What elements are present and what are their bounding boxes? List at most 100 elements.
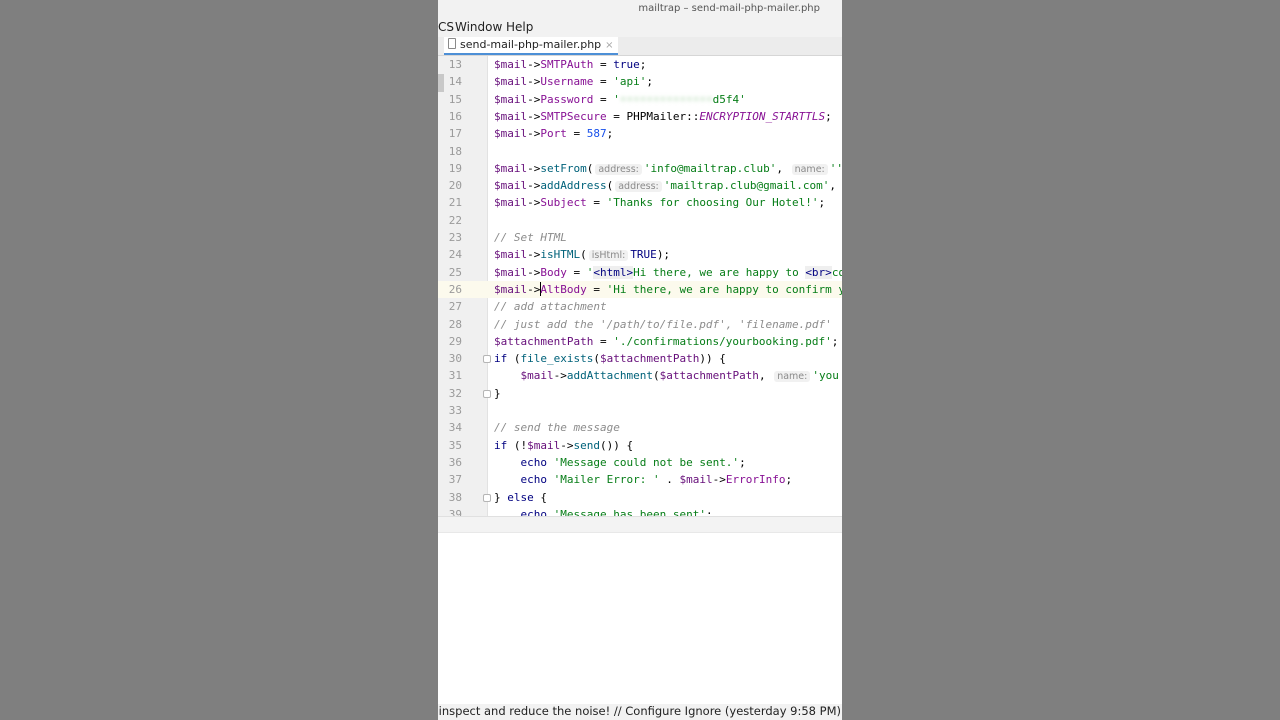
line-number: 22 — [448, 213, 462, 227]
code-line[interactable]: 32} — [438, 385, 842, 402]
line-number: 32 — [448, 386, 462, 400]
code-editor[interactable]: 13 $mail->SMTPAuth = true; 14 $mail->Userna… — [438, 56, 842, 516]
code-line[interactable]: 26 $mail->AltBody = 'Hi there, we are hap… — [438, 280, 842, 299]
code-line[interactable]: 29 $attachmentPath = './confirmations/you… — [438, 333, 842, 350]
code-text[interactable]: if (!$mail->send()) { — [494, 437, 633, 454]
line-number: 37 — [448, 473, 462, 487]
parameter-hint: isHtml: — [588, 250, 629, 262]
code-text[interactable]: $mail->Password = '••••••••••••••d5f4' — [494, 91, 746, 108]
parameter-hint: name: — [791, 163, 828, 175]
code-text[interactable]: $attachmentPath = './confirmations/yourb… — [494, 333, 838, 350]
line-number: 24 — [448, 248, 462, 262]
window-title: mailtrap – send-mail-php-mailer.php — [638, 3, 820, 14]
line-number: 14 — [448, 75, 462, 89]
fold-toggle-icon[interactable] — [483, 355, 491, 364]
code-text[interactable]: // just add the '/path/to/file.pdf', 'fi… — [494, 316, 832, 333]
code-text[interactable]: // Set HTML — [494, 229, 567, 246]
code-text[interactable]: $mail->Subject = 'Thanks for choosing Ou… — [494, 194, 825, 211]
horizontal-scrollbar[interactable] — [438, 516, 842, 532]
code-text[interactable]: $mail->Body = '<html>Hi there, we are ha… — [494, 264, 842, 281]
code-text[interactable]: // add attachment — [494, 298, 607, 315]
code-line[interactable]: 34 // send the message — [438, 419, 842, 436]
code-line[interactable]: 28 // just add the '/path/to/file.pdf', '… — [438, 316, 842, 333]
code-text[interactable]: $mail->Username = 'api'; — [494, 73, 653, 90]
code-text[interactable]: $mail->Port = 587; — [494, 125, 613, 142]
code-text[interactable]: } — [494, 385, 501, 402]
code-text[interactable]: $mail->addAttachment($attachmentPath, na… — [494, 367, 839, 385]
code-line[interactable]: 35 if (!$mail->send()) { — [438, 437, 842, 454]
code-text[interactable]: echo 'Message could not be sent.'; — [494, 454, 746, 471]
line-number: 33 — [448, 404, 462, 417]
code-text[interactable]: $mail->SMTPAuth = true; — [494, 56, 646, 73]
line-number: 26 — [448, 282, 462, 296]
code-line[interactable]: 21 $mail->Subject = 'Thanks for choosing … — [438, 194, 842, 211]
code-line[interactable]: 16 $mail->SMTPSecure = PHPMailer::ENCRYPT… — [438, 108, 842, 125]
line-number: 19 — [448, 161, 462, 175]
parameter-hint: address: — [595, 163, 642, 175]
fold-toggle-icon[interactable] — [483, 389, 491, 398]
code-line[interactable]: 27 // add attachment — [438, 298, 842, 315]
code-line[interactable]: 30 if (file_exists($attachmentPath)) { — [438, 350, 842, 367]
line-number: 23 — [448, 231, 462, 244]
status-bar: as to inspect and reduce the noise! // C… — [438, 704, 842, 720]
code-line[interactable]: 38 } else { — [438, 489, 842, 506]
code-text[interactable]: echo 'Mailer Error: ' . $mail->ErrorInfo… — [494, 471, 793, 488]
line-number: 16 — [448, 109, 462, 123]
code-text[interactable]: } else { — [494, 489, 547, 506]
code-text[interactable]: echo 'Message has been sent'; — [494, 506, 713, 516]
menu-item-vcs[interactable]: CS — [438, 20, 454, 34]
code-line[interactable]: 24 $mail->isHTML(isHtml: TRUE); — [438, 246, 842, 263]
line-number: 39 — [448, 507, 462, 516]
line-number: 29 — [448, 334, 462, 348]
line-number: 28 — [448, 317, 462, 331]
ide-window: mailtrap – send-mail-php-mailer.php CS W… — [438, 0, 842, 720]
menu-bar: CS Window Help — [438, 18, 842, 37]
code-line[interactable]: 19 $mail->setFrom(address:'info@mailtrap.… — [438, 160, 842, 177]
code-line[interactable]: 37 echo 'Mailer Error: ' . $mail->ErrorI… — [438, 471, 842, 488]
line-number: 27 — [448, 300, 462, 314]
line-number: 38 — [448, 490, 462, 504]
menu-item-window[interactable]: Window — [455, 20, 502, 34]
line-number: 18 — [448, 144, 462, 158]
code-line[interactable]: 23 // Set HTML — [438, 229, 842, 246]
code-text[interactable]: $mail->SMTPSecure = PHPMailer::ENCRYPTIO… — [494, 108, 832, 125]
line-number: 21 — [448, 196, 462, 210]
title-bar: mailtrap – send-mail-php-mailer.php — [438, 0, 842, 18]
parameter-hint: name: — [774, 371, 811, 383]
code-text[interactable]: // send the message — [494, 419, 620, 436]
code-line[interactable]: 22 — [438, 212, 842, 229]
code-line[interactable]: 13 $mail->SMTPAuth = true; — [438, 56, 842, 73]
code-text[interactable]: $mail->setFrom(address:'info@mailtrap.cl… — [494, 160, 842, 178]
code-line[interactable]: 15 $mail->Password = '••••••••••••••d5f4' — [438, 91, 842, 108]
close-icon[interactable]: × — [605, 40, 613, 51]
line-number: 20 — [448, 179, 462, 193]
line-number: 25 — [448, 265, 462, 279]
tool-window-panel — [438, 532, 842, 704]
status-message[interactable]: as to inspect and reduce the noise! // C… — [438, 704, 841, 718]
code-text[interactable]: $mail->isHTML(isHtml: TRUE); — [494, 246, 670, 264]
line-number: 17 — [448, 127, 462, 141]
code-line[interactable]: 20 $mail->addAddress(address:'mailtrap.cl… — [438, 177, 842, 194]
line-number: 15 — [448, 92, 462, 106]
code-text[interactable]: $mail->addAddress(address:'mailtrap.club… — [494, 177, 836, 195]
line-number: 34 — [448, 421, 462, 435]
parameter-hint: address: — [615, 181, 662, 193]
code-line[interactable]: 18 — [438, 143, 842, 160]
line-number: 13 — [448, 58, 462, 71]
code-line[interactable]: 17 $mail->Port = 587; — [438, 125, 842, 142]
menu-item-help[interactable]: Help — [506, 20, 533, 34]
tab-send-mail-php-mailer[interactable]: send-mail-php-mailer.php × — [444, 37, 618, 55]
line-number: 35 — [448, 438, 462, 452]
code-line[interactable]: 25 $mail->Body = '<html>Hi there, we are … — [438, 264, 842, 281]
php-file-icon — [448, 38, 456, 49]
tab-label: send-mail-php-mailer.php — [460, 38, 602, 51]
code-line[interactable]: 31 $mail->addAttachment($attachmentPath,… — [438, 367, 842, 384]
code-line[interactable]: 36 echo 'Message could not be sent.'; — [438, 454, 842, 471]
code-text[interactable]: if (file_exists($attachmentPath)) { — [494, 350, 726, 367]
code-line[interactable]: 39 echo 'Message has been sent'; — [438, 506, 842, 516]
fold-toggle-icon[interactable] — [483, 493, 491, 502]
code-text[interactable]: $mail->AltBody = 'Hi there, we are happy… — [494, 281, 842, 298]
line-number: 31 — [448, 369, 462, 383]
code-line[interactable]: 33 — [438, 402, 842, 419]
code-line[interactable]: 14 $mail->Username = 'api'; — [438, 73, 842, 90]
